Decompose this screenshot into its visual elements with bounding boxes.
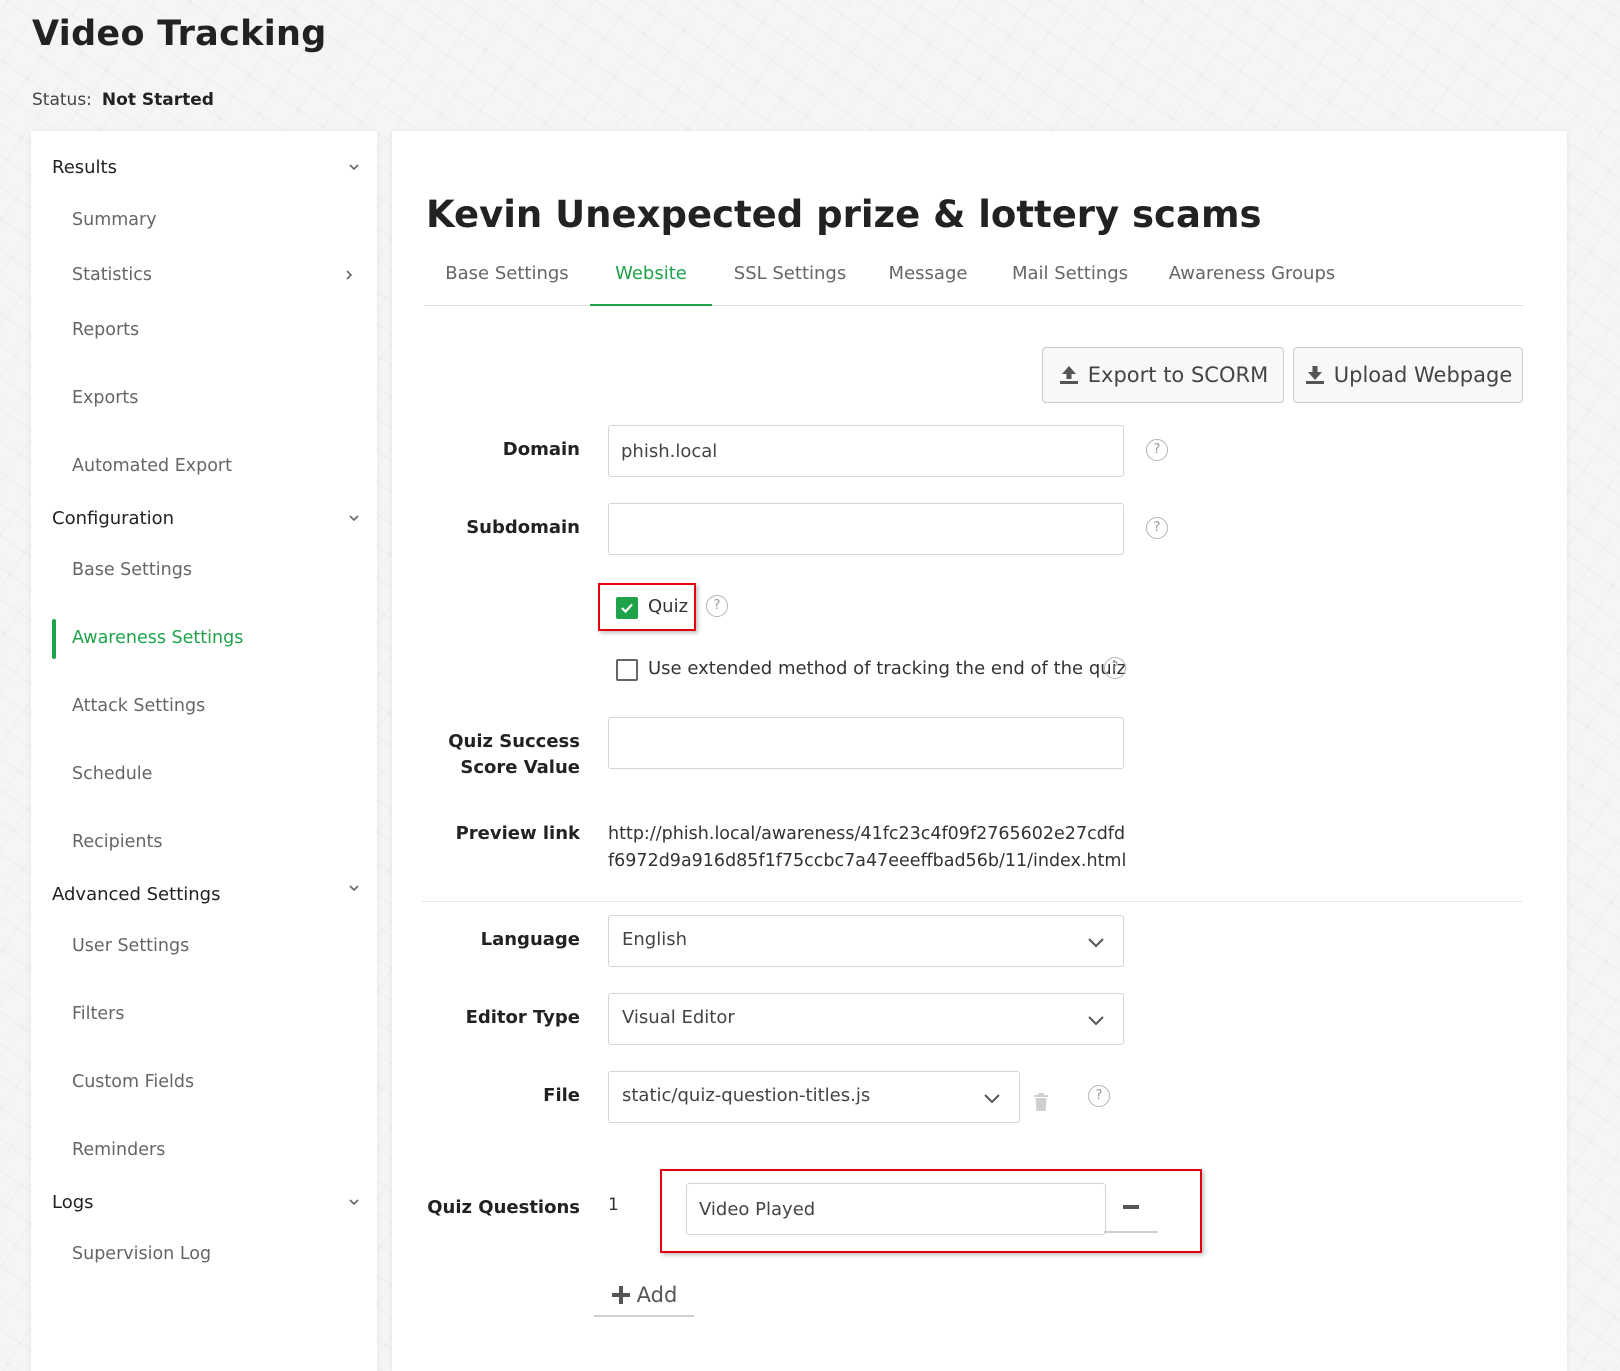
sidebar-item-base-settings[interactable]: Base Settings <box>72 560 192 580</box>
sidebar-section-label: Results <box>52 157 117 178</box>
quiz-score-label: Quiz Success Score Value <box>392 729 580 781</box>
preview-link[interactable]: http://phish.local/awareness/41fc23c4f09… <box>608 821 1128 875</box>
trash-icon[interactable] <box>1030 1091 1052 1113</box>
sidebar-item-custom-fields[interactable]: Custom Fields <box>72 1072 194 1092</box>
quiz-question-input[interactable] <box>686 1183 1106 1235</box>
extended-tracking-label[interactable]: Use extended method of tracking the end … <box>648 658 1126 679</box>
add-question-button[interactable]: Add <box>594 1275 694 1317</box>
sidebar-item-statistics[interactable]: Statistics <box>72 265 353 285</box>
editor-type-value: Visual Editor <box>622 1007 735 1028</box>
active-indicator <box>52 619 56 659</box>
sidebar-item-attack-settings[interactable]: Attack Settings <box>72 696 205 716</box>
sidebar-item-schedule[interactable]: Schedule <box>72 764 152 784</box>
status-value: Not Started <box>101 90 214 110</box>
chevron-down-icon <box>349 515 359 522</box>
sidebar-section-logs[interactable]: Logs <box>52 1192 362 1213</box>
sidebar-item-filters[interactable]: Filters <box>72 1004 124 1024</box>
sidebar-item-supervision-log[interactable]: Supervision Log <box>72 1244 211 1264</box>
tab-awareness-groups[interactable]: Awareness Groups <box>1152 263 1352 304</box>
add-question-label: Add <box>636 1283 678 1307</box>
language-select[interactable]: English <box>608 915 1124 967</box>
remove-question-button[interactable] <box>1104 1183 1158 1233</box>
chevron-right-icon <box>346 270 353 280</box>
extended-tracking-checkbox[interactable] <box>616 659 638 681</box>
editor-type-label: Editor Type <box>465 1007 580 1028</box>
help-icon[interactable]: ? <box>1088 1085 1110 1107</box>
quiz-score-label-line2: Score Value <box>460 757 580 778</box>
sidebar-section-advanced-settings[interactable]: Advanced Settings <box>52 884 362 905</box>
status-label: Status: <box>32 90 92 110</box>
help-icon[interactable]: ? <box>1146 517 1168 539</box>
sidebar-section-label: Configuration <box>52 508 175 529</box>
chevron-down-icon <box>984 1094 1000 1104</box>
help-icon[interactable]: ? <box>1104 657 1126 679</box>
sidebar-item-automated-export[interactable]: Automated Export <box>72 456 232 476</box>
section-divider <box>422 901 1522 902</box>
quiz-checkbox[interactable] <box>616 597 638 619</box>
tab-message[interactable]: Message <box>868 263 988 304</box>
subdomain-input[interactable] <box>608 503 1124 555</box>
tab-bar: Base Settings Website SSL Settings Messa… <box>424 263 1524 306</box>
sidebar-section-configuration[interactable]: Configuration <box>52 508 362 529</box>
tab-website[interactable]: Website <box>590 263 712 306</box>
upload-webpage-label: Upload Webpage <box>1333 363 1513 387</box>
domain-input[interactable] <box>608 425 1124 477</box>
sidebar-item-exports[interactable]: Exports <box>72 388 138 408</box>
sidebar-item-recipients[interactable]: Recipients <box>72 832 162 852</box>
domain-label: Domain <box>502 439 580 460</box>
sidebar-item-awareness-settings[interactable]: Awareness Settings <box>72 628 243 648</box>
question-number: 1 <box>608 1195 619 1215</box>
file-label: File <box>543 1085 580 1106</box>
sidebar-item-summary[interactable]: Summary <box>72 210 157 230</box>
sidebar: Results Summary Statistics Reports Expor… <box>31 131 377 1371</box>
sidebar-section-label: Logs <box>52 1192 94 1213</box>
minus-icon <box>1123 1205 1139 1209</box>
tab-mail-settings[interactable]: Mail Settings <box>988 263 1152 304</box>
chevron-down-icon <box>349 1199 359 1206</box>
page-title: Video Tracking <box>32 14 327 54</box>
sidebar-item-user-settings[interactable]: User Settings <box>72 936 189 956</box>
chevron-down-icon <box>349 164 359 171</box>
preview-link-label: Preview link <box>455 823 580 844</box>
plus-icon <box>611 1286 630 1304</box>
chevron-down-icon <box>349 885 359 892</box>
language-value: English <box>622 929 687 950</box>
subdomain-label: Subdomain <box>466 517 580 538</box>
tab-ssl-settings[interactable]: SSL Settings <box>712 263 868 304</box>
sidebar-section-results[interactable]: Results <box>52 157 362 178</box>
chevron-down-icon <box>1088 938 1104 948</box>
main-panel: Kevin Unexpected prize & lottery scams B… <box>392 131 1567 1371</box>
help-icon[interactable]: ? <box>706 595 728 617</box>
status-row: Status: Not Started <box>32 90 214 110</box>
file-select[interactable]: static/quiz-question-titles.js <box>608 1071 1020 1123</box>
quiz-score-input[interactable] <box>608 717 1124 769</box>
help-icon[interactable]: ? <box>1146 439 1168 461</box>
export-scorm-label: Export to SCORM <box>1087 363 1269 387</box>
file-value: static/quiz-question-titles.js <box>622 1085 871 1106</box>
language-label: Language <box>480 929 580 950</box>
upload-webpage-button[interactable]: Upload Webpage <box>1293 347 1523 403</box>
quiz-questions-label: Quiz Questions <box>427 1197 580 1218</box>
editor-type-select[interactable]: Visual Editor <box>608 993 1124 1045</box>
sidebar-item-label: Statistics <box>72 265 152 285</box>
export-scorm-button[interactable]: Export to SCORM <box>1042 347 1284 403</box>
sidebar-section-label: Advanced Settings <box>52 884 221 905</box>
sidebar-item-reports[interactable]: Reports <box>72 320 139 340</box>
campaign-title: Kevin Unexpected prize & lottery scams <box>426 193 1262 236</box>
tab-base-settings[interactable]: Base Settings <box>424 263 590 304</box>
quiz-score-label-line1: Quiz Success <box>448 731 580 752</box>
quiz-label[interactable]: Quiz <box>648 596 688 617</box>
upload-icon <box>1059 366 1078 384</box>
sidebar-item-reminders[interactable]: Reminders <box>72 1140 165 1160</box>
checkmark-icon <box>621 603 633 614</box>
chevron-down-icon <box>1088 1016 1104 1026</box>
download-icon <box>1305 366 1324 384</box>
